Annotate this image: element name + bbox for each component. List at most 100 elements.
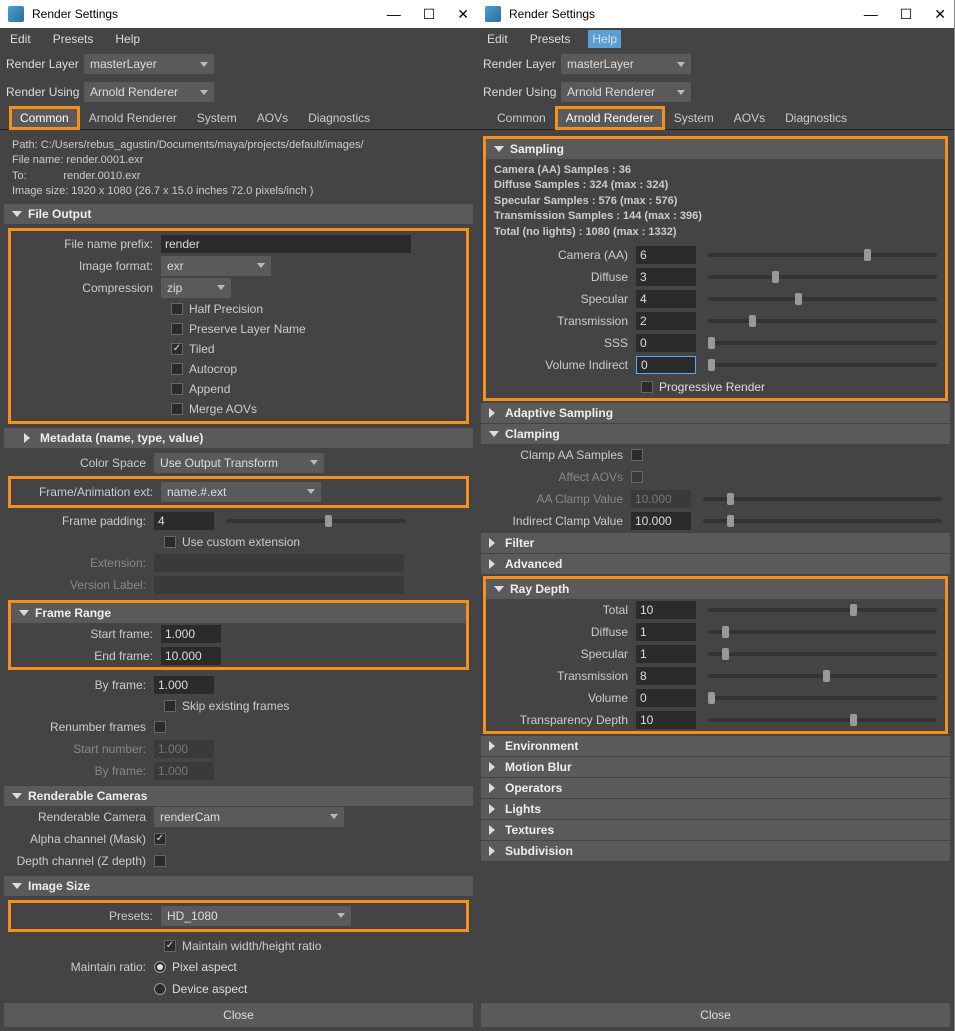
menu-presets[interactable]: Presets [49, 30, 98, 48]
menu-help[interactable]: Help [588, 30, 621, 48]
motion-blur-header[interactable]: Motion Blur [481, 757, 950, 777]
color-space-dropdown[interactable]: Use Output Transform [154, 453, 324, 473]
start-frame-input[interactable] [161, 625, 221, 643]
volume-indirect-input[interactable] [636, 356, 696, 374]
menu-edit[interactable]: Edit [6, 30, 35, 48]
rd-transmission-slider[interactable] [708, 674, 937, 678]
minimize-icon[interactable]: — [387, 6, 401, 23]
tab-diagnostics[interactable]: Diagnostics [298, 107, 380, 129]
device-aspect-radio[interactable] [154, 983, 166, 995]
tab-diagnostics[interactable]: Diagnostics [775, 107, 857, 129]
half-precision-checkbox[interactable] [171, 303, 183, 315]
camera-aa-slider[interactable] [708, 253, 937, 257]
rd-specular-input[interactable] [636, 645, 696, 663]
custom-ext-checkbox[interactable] [164, 536, 176, 548]
rd-transmission-input[interactable] [636, 667, 696, 685]
rd-diffuse-input[interactable] [636, 623, 696, 641]
camera-aa-input[interactable] [636, 246, 696, 264]
by-frame-input[interactable] [154, 676, 214, 694]
environment-header[interactable]: Environment [481, 736, 950, 756]
indirect-clamp-input[interactable] [631, 512, 691, 530]
clamping-header[interactable]: Clamping [481, 424, 950, 444]
lights-header[interactable]: Lights [481, 799, 950, 819]
clamp-aa-checkbox[interactable] [631, 449, 643, 461]
menu-help[interactable]: Help [111, 30, 144, 48]
volume-indirect-slider[interactable] [708, 363, 937, 367]
tiled-checkbox[interactable] [171, 343, 183, 355]
tab-arnold[interactable]: Arnold Renderer [556, 107, 664, 129]
titlebar[interactable]: Render Settings — ☐ ✕ [0, 0, 477, 28]
merge-aovs-checkbox[interactable] [171, 403, 183, 415]
sampling-header[interactable]: Sampling [486, 139, 945, 159]
image-format-dropdown[interactable]: exr [161, 256, 271, 276]
ray-depth-header[interactable]: Ray Depth [486, 579, 945, 599]
frame-padding-input[interactable] [154, 512, 214, 530]
compression-dropdown[interactable]: zip [161, 278, 231, 298]
specular-input[interactable] [636, 290, 696, 308]
rd-volume-slider[interactable] [708, 696, 937, 700]
rd-transp-input[interactable] [636, 711, 696, 729]
rd-volume-input[interactable] [636, 689, 696, 707]
renderable-cameras-header[interactable]: Renderable Cameras [4, 786, 473, 806]
tab-system[interactable]: System [664, 107, 724, 129]
titlebar[interactable]: Render Settings — ☐ ✕ [477, 0, 954, 28]
adaptive-header[interactable]: Adaptive Sampling [481, 403, 950, 423]
tab-aovs[interactable]: AOVs [724, 107, 775, 129]
presets-dropdown[interactable]: HD_1080 [161, 906, 351, 926]
subdivision-header[interactable]: Subdivision [481, 841, 950, 861]
file-name-prefix-input[interactable] [161, 235, 411, 253]
metadata-header[interactable]: Metadata (name, type, value) [4, 428, 473, 448]
sss-slider[interactable] [708, 341, 937, 345]
render-layer-dropdown[interactable]: masterLayer [84, 54, 214, 74]
menu-presets[interactable]: Presets [526, 30, 575, 48]
render-layer-dropdown[interactable]: masterLayer [561, 54, 691, 74]
rd-diffuse-slider[interactable] [708, 630, 937, 634]
end-frame-input[interactable] [161, 647, 221, 665]
alpha-channel-checkbox[interactable] [154, 833, 166, 845]
transmission-input[interactable] [636, 312, 696, 330]
rd-total-input[interactable] [636, 601, 696, 619]
tab-common[interactable]: Common [487, 107, 556, 129]
progressive-checkbox[interactable] [641, 381, 653, 393]
indirect-clamp-slider[interactable] [703, 519, 942, 523]
render-using-dropdown[interactable]: Arnold Renderer [84, 82, 214, 102]
frame-padding-slider[interactable] [226, 519, 406, 523]
frame-ext-dropdown[interactable]: name.#.ext [161, 482, 321, 502]
close-icon[interactable]: ✕ [457, 6, 469, 23]
tab-system[interactable]: System [187, 107, 247, 129]
tab-arnold[interactable]: Arnold Renderer [79, 107, 187, 129]
diffuse-input[interactable] [636, 268, 696, 286]
skip-existing-checkbox[interactable] [164, 700, 176, 712]
frame-range-header[interactable]: Frame Range [11, 603, 466, 623]
sss-input[interactable] [636, 334, 696, 352]
file-output-header[interactable]: File Output [4, 204, 473, 224]
rd-specular-slider[interactable] [708, 652, 937, 656]
pixel-aspect-radio[interactable] [154, 961, 166, 973]
tab-aovs[interactable]: AOVs [247, 107, 298, 129]
specular-slider[interactable] [708, 297, 937, 301]
close-icon[interactable]: ✕ [934, 6, 946, 23]
tab-common[interactable]: Common [10, 107, 79, 129]
menu-edit[interactable]: Edit [483, 30, 512, 48]
renumber-checkbox[interactable] [154, 721, 166, 733]
maintain-wh-checkbox[interactable] [164, 940, 176, 952]
close-button[interactable]: Close [4, 1003, 473, 1027]
image-size-header[interactable]: Image Size [4, 876, 473, 896]
filter-header[interactable]: Filter [481, 533, 950, 553]
textures-header[interactable]: Textures [481, 820, 950, 840]
append-checkbox[interactable] [171, 383, 183, 395]
minimize-icon[interactable]: — [864, 6, 878, 23]
rd-transp-slider[interactable] [708, 718, 937, 722]
transmission-slider[interactable] [708, 319, 937, 323]
diffuse-slider[interactable] [708, 275, 937, 279]
maximize-icon[interactable]: ☐ [900, 6, 913, 23]
autocrop-checkbox[interactable] [171, 363, 183, 375]
maximize-icon[interactable]: ☐ [423, 6, 436, 23]
renderable-camera-dropdown[interactable]: renderCam [154, 807, 344, 827]
preserve-layer-checkbox[interactable] [171, 323, 183, 335]
rd-total-slider[interactable] [708, 608, 937, 612]
operators-header[interactable]: Operators [481, 778, 950, 798]
depth-channel-checkbox[interactable] [154, 855, 166, 867]
close-button[interactable]: Close [481, 1003, 950, 1027]
render-using-dropdown[interactable]: Arnold Renderer [561, 82, 691, 102]
